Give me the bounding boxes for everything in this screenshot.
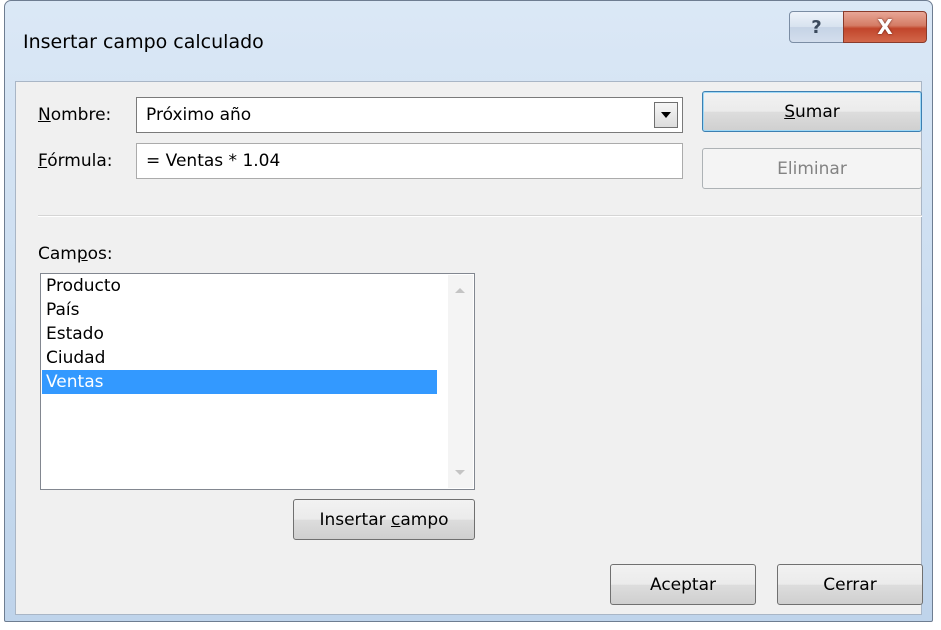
nombre-label: Nombre: bbox=[38, 105, 112, 125]
title-bar[interactable]: Insertar campo calculado ? X bbox=[5, 1, 932, 83]
help-icon: ? bbox=[811, 16, 822, 38]
insert-calculated-field-dialog: Insertar campo calculado ? X Nombre: Pró… bbox=[4, 0, 933, 622]
scroll-up-icon[interactable] bbox=[455, 288, 465, 293]
vertical-scrollbar[interactable] bbox=[448, 275, 473, 488]
eliminar-button[interactable]: Eliminar bbox=[702, 148, 922, 189]
dropdown-arrow-button[interactable] bbox=[654, 102, 678, 128]
cerrar-button[interactable]: Cerrar bbox=[777, 564, 923, 605]
list-item[interactable]: Ciudad bbox=[42, 346, 437, 370]
close-icon: X bbox=[877, 15, 893, 39]
list-item[interactable]: País bbox=[42, 298, 437, 322]
dialog-title: Insertar campo calculado bbox=[23, 31, 264, 53]
nombre-value: Próximo año bbox=[146, 105, 252, 125]
insertar-campo-button[interactable]: Insertar campo bbox=[293, 499, 475, 540]
formula-value: = Ventas * 1.04 bbox=[146, 151, 281, 171]
sumar-button[interactable]: Sumar bbox=[702, 91, 922, 132]
list-item[interactable]: Producto bbox=[42, 274, 437, 298]
nombre-combobox[interactable]: Próximo año bbox=[136, 97, 683, 133]
formula-label: Fórmula: bbox=[38, 151, 113, 171]
list-item-selected[interactable]: Ventas bbox=[42, 370, 437, 394]
list-item[interactable]: Estado bbox=[42, 322, 437, 346]
separator bbox=[38, 215, 922, 217]
dialog-body: Nombre: Próximo año Fórmula: = Ventas * … bbox=[15, 81, 923, 615]
formula-input[interactable]: = Ventas * 1.04 bbox=[136, 143, 683, 179]
close-window-button[interactable]: X bbox=[843, 11, 927, 43]
help-button[interactable]: ? bbox=[789, 11, 844, 43]
chevron-down-icon bbox=[661, 112, 671, 118]
campos-label: Campos: bbox=[38, 244, 113, 264]
campos-listbox[interactable]: Producto País Estado Ciudad Ventas bbox=[40, 273, 475, 490]
scroll-down-icon[interactable] bbox=[455, 470, 465, 475]
aceptar-button[interactable]: Aceptar bbox=[610, 564, 756, 605]
